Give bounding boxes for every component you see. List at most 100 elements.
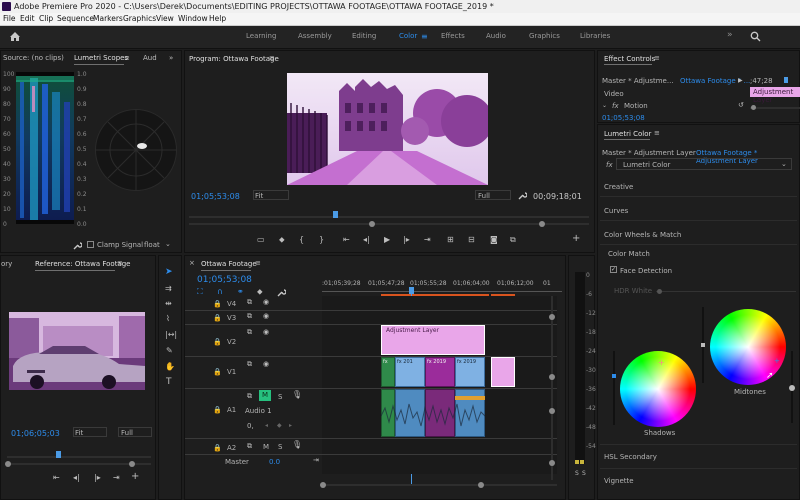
more-tabs-icon[interactable]: » [169,54,173,62]
timeline-scroll-handle-left[interactable] [320,482,326,488]
timeline-ruler[interactable] [322,291,562,292]
extract-icon[interactable]: ⊟ [468,236,475,244]
tab-history[interactable]: ory [1,260,12,268]
track-label-a1[interactable]: A1 [227,406,236,414]
go-to-in-icon[interactable]: ⇤ [343,236,350,244]
timeline-settings-wrench-icon[interactable] [277,288,286,297]
menu-clip[interactable]: Clip [39,13,53,25]
workspaces-chevron-icon[interactable]: » [727,30,733,40]
track-label-v4[interactable]: V4 [227,300,236,308]
lock-track-icon[interactable]: 🔒 [213,444,222,452]
menu-view[interactable]: View [156,13,174,25]
timeline-vertical-scroll[interactable] [551,296,553,480]
scroll-handle-left[interactable] [369,221,375,227]
menu-window[interactable]: Window [178,13,208,25]
audio1-volume-value[interactable]: 0, [247,422,254,430]
panel-menu-icon[interactable]: ≡ [654,129,660,137]
play-only-clip-icon[interactable]: ▶ [738,77,743,85]
go-to-out-icon[interactable]: ⇥ [424,236,431,244]
toggle-output-eye-icon[interactable]: ◉ [263,312,269,320]
tab-assembly[interactable]: Assembly [298,32,332,40]
tab-color[interactable]: Color [399,32,417,40]
effect-zoom-bar[interactable] [750,107,800,109]
zoom-scroll-bar[interactable] [189,223,589,225]
menu-help[interactable]: Help [209,13,226,25]
v1-clip[interactable]: fx [381,357,395,387]
track-label-v1[interactable]: V1 [227,368,236,376]
panel-menu-icon[interactable]: ≡ [117,259,123,267]
settings-wrench-icon[interactable] [518,191,527,200]
button-editor-plus-icon[interactable]: + [131,472,139,482]
type-tool-icon[interactable]: T [166,378,172,387]
zoom-dropdown[interactable] [253,190,289,200]
v1-clip[interactable]: fx 2019 [425,357,455,387]
next-keyframe-icon[interactable]: ▸ [289,422,292,430]
shadows-slider[interactable] [613,351,615,425]
effect-zoom-handle[interactable] [751,105,756,110]
sync-lock-icon[interactable]: ⧉ [247,328,252,336]
track-label-v3[interactable]: V3 [227,314,236,322]
shadows-wheel-crosshair[interactable]: + [658,358,665,367]
mute-a2-button[interactable]: M [263,443,269,451]
reference-scrub-bar[interactable] [7,456,151,458]
program-scrub-bar[interactable] [189,216,589,218]
chevron-down-icon[interactable]: ⌄ [781,160,787,168]
reset-icon[interactable]: ↺ [738,101,744,109]
midtones-wheel-crosshair[interactable]: + [774,357,780,365]
section-curves[interactable]: Curves [604,207,628,215]
razor-tool-icon[interactable]: ⌇ [166,315,170,323]
comparison-view-icon[interactable]: ⧉ [510,236,516,244]
tab-audio[interactable]: Audio [486,32,506,40]
timeline-timecode[interactable]: 01;05;53;08 [197,275,252,285]
lumetri-color-title[interactable]: Lumetri Color [604,130,651,138]
lock-track-icon[interactable]: 🔒 [213,406,222,414]
scroll-handle-right[interactable] [539,221,545,227]
mark-in-out-icon[interactable]: ▭ [257,236,265,244]
mark-in-icon[interactable]: { [299,236,304,244]
chevron-down-icon[interactable]: ⌄ [165,240,171,248]
lock-track-icon[interactable]: 🔒 [213,338,222,346]
v1-clip[interactable]: fx 2019 [455,357,485,387]
menu-file[interactable]: File [3,13,16,25]
program-playhead[interactable] [333,211,338,218]
section-hsl-secondary[interactable]: HSL Secondary [604,453,657,461]
step-back-icon[interactable]: ◂| [73,474,80,482]
panel-menu-icon[interactable]: ≡ [269,54,275,62]
home-icon[interactable] [9,31,21,42]
mark-out-icon[interactable]: } [319,236,324,244]
collapse-chevron-icon[interactable]: ⌄ [602,102,607,109]
lock-track-icon[interactable]: 🔒 [213,368,222,376]
button-editor-plus-icon[interactable]: + [572,234,580,244]
track-label-v2[interactable]: V2 [227,338,236,346]
face-detection-checkbox[interactable]: ✓ [610,266,617,273]
slip-tool-icon[interactable]: |↔| [165,331,177,339]
add-keyframe-icon[interactable]: ◆ [277,422,282,430]
vertical-scroll-handle[interactable] [549,460,555,466]
program-video-frame[interactable] [287,73,488,185]
search-icon[interactable] [750,31,761,42]
solo-a2-button[interactable]: S [278,443,282,451]
panel-menu-icon[interactable]: ≡ [654,54,660,62]
lock-track-icon[interactable]: 🔒 [213,300,222,308]
toggle-output-eye-icon[interactable]: ◉ [263,328,269,336]
lumetri-master-clip[interactable]: Master * Adjustment Layer [602,149,696,157]
tab-lumetri-scopes[interactable]: Lumetri Scopes [74,54,128,62]
track-label-a2[interactable]: A2 [227,444,236,452]
export-frame-icon[interactable]: ◙ [490,236,498,244]
add-marker-icon[interactable]: ⬥ [279,236,285,244]
v1-clip[interactable]: fx 201 [395,357,425,387]
solo-a1-button[interactable]: S [278,393,282,401]
fx-icon[interactable]: fx [606,161,613,169]
vertical-scroll-handle[interactable] [549,374,555,380]
reference-timecode[interactable]: 01;06;05;03 [11,429,60,438]
reference-quality-dropdown[interactable] [118,427,152,437]
tab-graphics[interactable]: Graphics [529,32,560,40]
hdr-white-slider[interactable] [656,291,796,292]
sync-lock-icon[interactable]: ⧉ [247,360,252,368]
selection-tool-icon[interactable]: ➤ [165,268,173,277]
solo-right-button[interactable]: S [582,470,586,477]
adjustment-layer-clip[interactable]: Adjustment Layer [381,325,485,355]
timeline-horizontal-scroll[interactable] [322,484,557,486]
effect-timecode[interactable]: 01;05;53;08 [602,114,645,122]
tab-audio-meters[interactable]: Aud [143,54,157,62]
